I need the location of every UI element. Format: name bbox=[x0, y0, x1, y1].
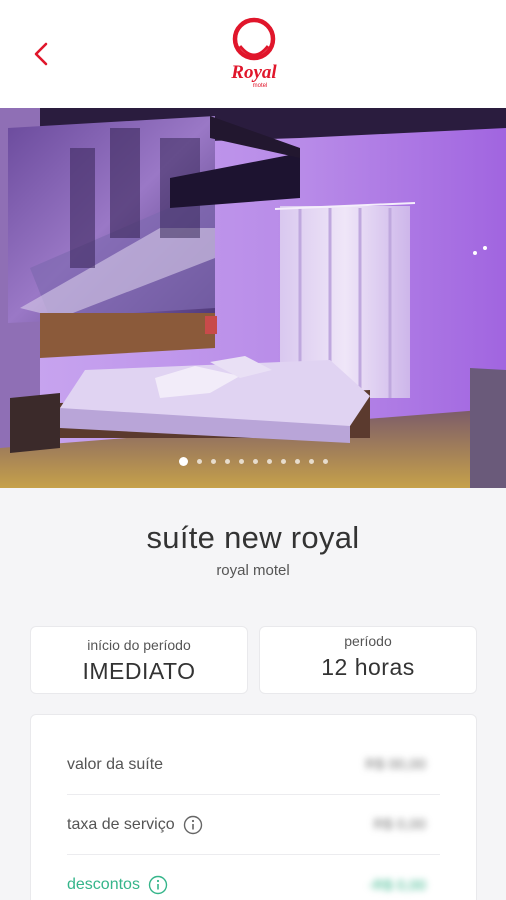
suite-name: suíte new royal bbox=[146, 520, 360, 555]
carousel-dot[interactable] bbox=[224, 459, 230, 464]
service-fee-label: taxa de serviço bbox=[67, 815, 175, 833]
period-label: período bbox=[344, 633, 392, 649]
service-fee-label-group: taxa de serviço bbox=[67, 815, 203, 835]
back-button[interactable] bbox=[24, 32, 58, 76]
carousel-dot[interactable] bbox=[210, 459, 216, 464]
carousel-dot[interactable] bbox=[178, 457, 188, 466]
svg-text:motel: motel bbox=[253, 83, 268, 89]
svg-text:Royal: Royal bbox=[230, 62, 277, 83]
carousel-dot[interactable] bbox=[266, 459, 272, 464]
price-row-discounts: descontos -R$ 0,00 bbox=[67, 855, 440, 900]
suite-value-label: valor da suíte bbox=[67, 755, 164, 773]
carousel-dot[interactable] bbox=[238, 459, 244, 464]
service-fee-value: R$ 0,00 bbox=[373, 816, 426, 833]
price-summary-card: valor da suíte R$ 00,00 taxa de serviço … bbox=[30, 714, 477, 900]
app-header: Royal motel bbox=[0, 0, 506, 108]
period-card[interactable]: período 12 horas bbox=[259, 626, 477, 694]
carousel-indicator bbox=[0, 457, 506, 466]
chevron-left-icon bbox=[34, 42, 48, 66]
period-start-value: IMEDIATO bbox=[82, 658, 196, 684]
suite-photo bbox=[0, 108, 506, 488]
suite-value: R$ 00,00 bbox=[365, 756, 426, 773]
carousel-dot[interactable] bbox=[196, 459, 202, 464]
carousel-dot[interactable] bbox=[280, 459, 286, 464]
period-start-card[interactable]: início do período IMEDIATO bbox=[30, 626, 248, 694]
suite-photo-carousel[interactable] bbox=[0, 108, 506, 488]
discounts-label-group: descontos bbox=[67, 875, 168, 895]
suite-title-block: suíte new royal royal motel bbox=[0, 520, 506, 579]
discounts-value: -R$ 0,00 bbox=[368, 876, 426, 894]
carousel-dot[interactable] bbox=[322, 459, 328, 464]
motel-name: royal motel bbox=[216, 562, 290, 579]
royal-logo: Royal motel bbox=[230, 17, 277, 89]
carousel-dot[interactable] bbox=[308, 459, 314, 464]
price-row-suite: valor da suíte R$ 00,00 bbox=[67, 735, 440, 795]
period-value: 12 horas bbox=[321, 654, 415, 680]
price-row-service-fee: taxa de serviço R$ 0,00 bbox=[67, 795, 440, 855]
carousel-dot[interactable] bbox=[294, 459, 300, 464]
period-start-label: início do período bbox=[87, 637, 191, 653]
info-icon[interactable] bbox=[183, 815, 203, 835]
discounts-label: descontos bbox=[67, 876, 140, 893]
info-icon[interactable] bbox=[148, 875, 168, 895]
carousel-dot[interactable] bbox=[252, 459, 258, 464]
